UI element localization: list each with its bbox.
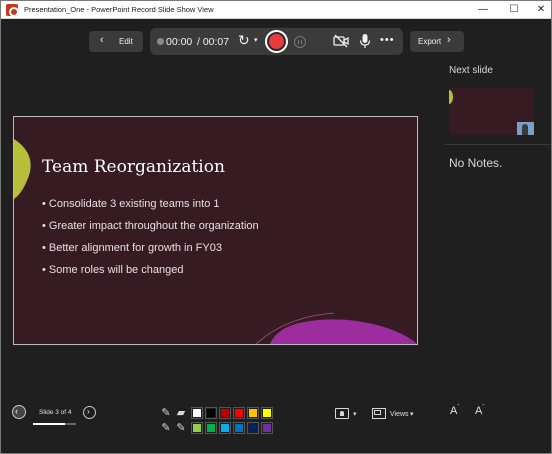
export-label: Export [418,37,442,46]
slide-bullet: Some roles will be changed [42,263,259,285]
slide-progress-fill [33,423,66,425]
recording-controls: 00:00 / 00:07 ↻ ▾ ••• [150,28,403,55]
previous-slide-button[interactable]: ‹ [12,405,26,419]
pen-icon[interactable]: ✎ [160,407,172,419]
window-title: Presentation_One - PowerPoint Record Sli… [24,5,214,14]
record-button[interactable] [265,30,288,53]
powerpoint-icon [6,4,19,17]
slide-bullet: Better alignment for growth in FY03 [42,241,259,263]
current-time: 00:00 [166,36,193,48]
microphone-icon[interactable] [358,33,372,49]
pen-color-swatch[interactable] [233,407,245,419]
close-button[interactable]: ✕ [525,1,551,19]
title-bar: Presentation_One - PowerPoint Record Sli… [1,1,551,19]
camera-preview-icon [517,122,534,135]
slide-bullet-list: Consolidate 3 existing teams into 1 Grea… [42,197,259,285]
increase-font-caret: ˆ [457,405,460,411]
decrease-font-caret: ˇ [482,405,485,411]
decrease-font-button[interactable]: Aˇ [475,405,484,417]
pause-button[interactable] [294,36,306,48]
next-slide-button[interactable]: › [83,406,96,419]
views-caret[interactable]: ▾ [410,410,414,418]
presenter-view-caret[interactable]: ▾ [353,410,357,418]
speaker-notes: No Notes. [449,156,503,170]
eraser-icon[interactable]: ▰ [175,407,187,419]
camera-off-icon[interactable] [333,33,349,49]
pen-color-swatch[interactable] [219,422,231,434]
next-slide-thumbnail[interactable] [449,88,534,135]
slide-title: Team Reorganization [42,157,225,177]
highlighter-icon[interactable]: ✎ [160,422,172,434]
thumbnail-decoration [449,90,453,104]
pane-divider [445,144,551,145]
chevron-right-icon: › [87,407,90,416]
edit-button[interactable]: ‹ Edit [89,31,143,52]
views-icon[interactable] [372,408,386,419]
chevron-right-icon: › [447,34,451,46]
pen-color-swatch[interactable] [261,422,273,434]
record-slide-show-window: Presentation_One - PowerPoint Record Sli… [0,0,552,454]
chevron-left-icon: ‹ [15,406,18,416]
next-slide-label: Next slide [449,65,493,76]
pen-color-swatch[interactable] [191,407,203,419]
slide-bullet: Consolidate 3 existing teams into 1 [42,197,259,219]
pen-color-swatch[interactable] [191,422,203,434]
presenter-view-icon[interactable] [335,408,349,419]
edit-label: Edit [119,37,133,46]
pen-color-swatch[interactable] [233,422,245,434]
slide-bullet: Greater impact throughout the organizati… [42,219,259,241]
pen-color-swatch[interactable] [205,407,217,419]
export-button[interactable]: Export › [410,31,464,52]
current-slide: Team Reorganization Consolidate 3 existi… [13,116,418,345]
minimize-button[interactable]: — [467,1,499,19]
retake-icon[interactable]: ↻ [238,32,250,49]
chevron-left-icon: ‹ [100,34,104,46]
pen-color-swatch[interactable] [247,407,259,419]
laser-pointer-icon[interactable]: ✎ [175,422,187,434]
slide-counter: Slide 3 of 4 [39,409,72,416]
increase-font-button[interactable]: Aˆ [450,405,459,417]
views-button[interactable]: Views [390,411,409,418]
more-options-icon[interactable]: ••• [380,34,395,46]
recording-indicator-icon [157,38,164,45]
pen-color-swatch[interactable] [261,407,273,419]
total-time: / 00:07 [197,36,230,48]
pen-color-swatch[interactable] [219,407,231,419]
pen-color-swatch[interactable] [205,422,217,434]
retake-dropdown-caret[interactable]: ▾ [254,36,258,44]
slide-progress-bar [33,423,76,425]
pen-color-swatch[interactable] [247,422,259,434]
